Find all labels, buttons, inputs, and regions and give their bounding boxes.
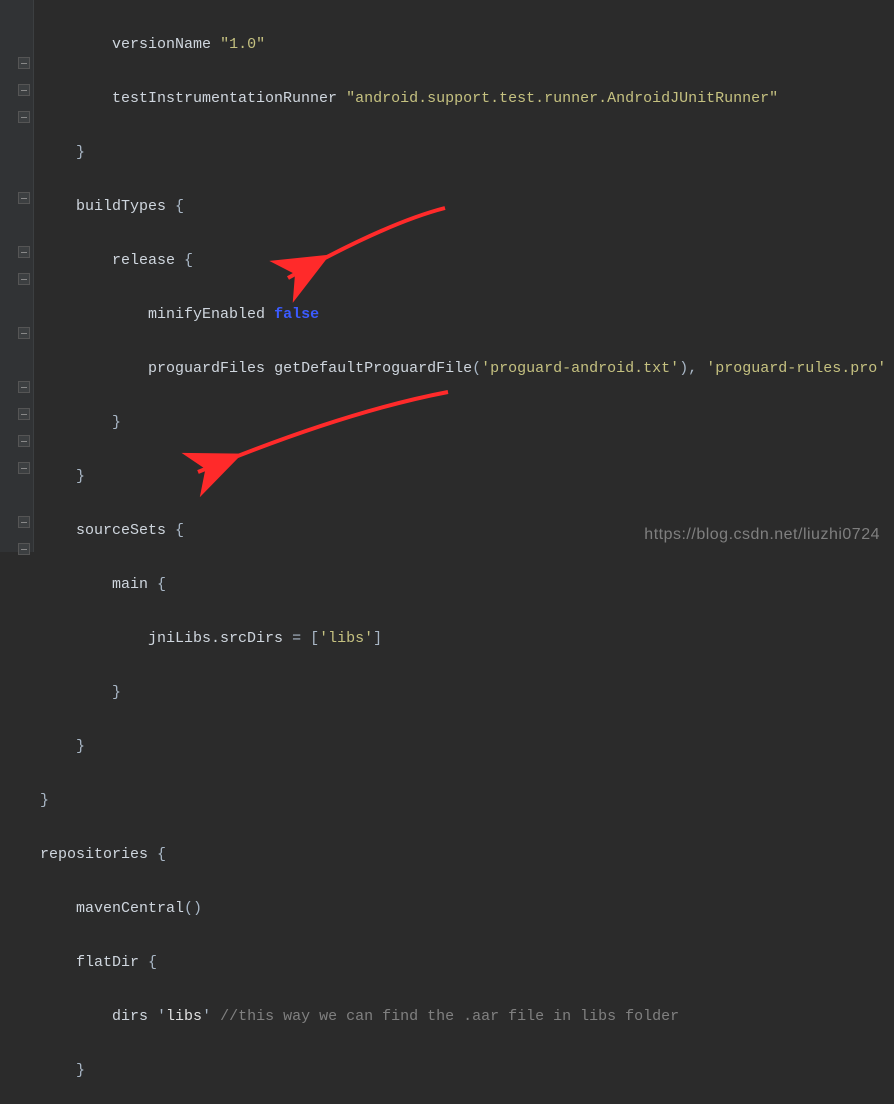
code-line: minifyEnabled false	[40, 301, 894, 328]
code-line: }	[40, 733, 894, 760]
fold-icon[interactable]	[18, 111, 30, 123]
code-area[interactable]: versionName "1.0" testInstrumentationRun…	[34, 0, 894, 552]
code-line: dirs 'libs' //this way we can find the .…	[40, 1003, 894, 1030]
code-line: proguardFiles getDefaultProguardFile('pr…	[40, 355, 894, 382]
code-line: }	[40, 409, 894, 436]
code-line: versionName "1.0"	[40, 31, 894, 58]
code-line: release {	[40, 247, 894, 274]
code-line: }	[40, 1057, 894, 1084]
code-line: }	[40, 139, 894, 166]
code-line: }	[40, 679, 894, 706]
fold-icon[interactable]	[18, 543, 30, 555]
code-editor: versionName "1.0" testInstrumentationRun…	[0, 0, 894, 552]
code-line: }	[40, 787, 894, 814]
fold-icon[interactable]	[18, 192, 30, 204]
fold-icon[interactable]	[18, 435, 30, 447]
fold-icon[interactable]	[18, 408, 30, 420]
code-line: repositories {	[40, 841, 894, 868]
code-line: testInstrumentationRunner "android.suppo…	[40, 85, 894, 112]
code-line: buildTypes {	[40, 193, 894, 220]
fold-icon[interactable]	[18, 273, 30, 285]
watermark-text: https://blog.csdn.net/liuzhi0724	[644, 526, 880, 544]
fold-icon[interactable]	[18, 57, 30, 69]
code-line: flatDir {	[40, 949, 894, 976]
code-line: }	[40, 463, 894, 490]
code-line: mavenCentral()	[40, 895, 894, 922]
code-line: main {	[40, 571, 894, 598]
gutter	[0, 0, 34, 552]
fold-icon[interactable]	[18, 84, 30, 96]
fold-icon[interactable]	[18, 462, 30, 474]
fold-icon[interactable]	[18, 381, 30, 393]
code-line: jniLibs.srcDirs = ['libs']	[40, 625, 894, 652]
fold-icon[interactable]	[18, 327, 30, 339]
fold-icon[interactable]	[18, 246, 30, 258]
fold-icon[interactable]	[18, 516, 30, 528]
